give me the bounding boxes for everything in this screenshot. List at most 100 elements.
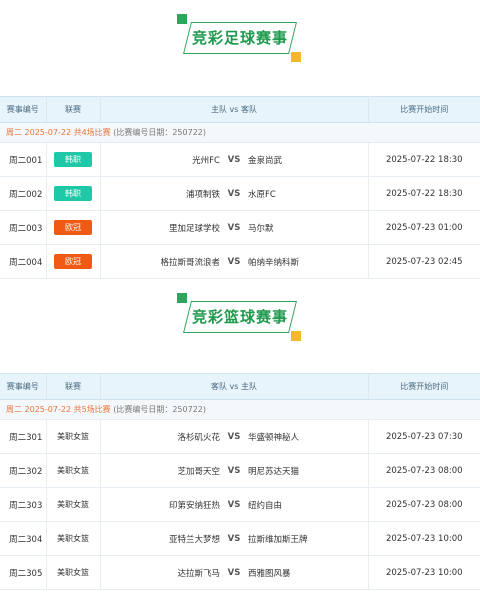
team-right[interactable]: 马尔默	[248, 222, 356, 234]
date-note: (比赛编号日期：250722)	[113, 405, 206, 414]
start-time: 2025-07-23 01:00	[368, 210, 480, 245]
match-number: 周二004	[0, 244, 47, 279]
header-league: 联赛	[46, 373, 101, 400]
start-time: 2025-07-22 18:30	[368, 176, 480, 211]
start-time: 2025-07-23 08:00	[368, 487, 480, 522]
league-cell: 美职女篮	[46, 521, 101, 556]
date-text: 周二 2025-07-22 共5场比赛	[6, 405, 111, 414]
team-left[interactable]: 里加足球学校	[112, 222, 220, 234]
match-cell: 芝加哥天空 VS 明尼苏达天猫	[100, 453, 369, 488]
team-right[interactable]: 西雅图风暴	[248, 567, 356, 579]
match-row[interactable]: 周二304 美职女篮 亚特兰大梦想 VS 拉斯维加斯王牌 2025-07-23 10:00	[0, 521, 480, 556]
team-left[interactable]: 达拉斯飞马	[112, 567, 220, 579]
date-note: (比赛编号日期：250722)	[113, 128, 206, 137]
team-right[interactable]: 明尼苏达天猫	[248, 465, 356, 477]
vs-label: VS	[227, 499, 241, 510]
match-cell: 亚特兰大梦想 VS 拉斯维加斯王牌	[100, 521, 369, 556]
match-cell: 光州FC VS 金泉尚武	[100, 142, 369, 177]
match-number: 周二303	[0, 487, 47, 522]
league-label[interactable]: 美职女篮	[57, 568, 89, 577]
start-time: 2025-07-23 07:30	[368, 419, 480, 454]
date-text: 周二 2025-07-22 共4场比赛	[6, 128, 111, 137]
header-match: 主队 vs 客队	[100, 96, 369, 123]
league-label[interactable]: 美职女篮	[57, 432, 89, 441]
team-right[interactable]: 金泉尚武	[248, 154, 356, 166]
team-right[interactable]: 帕纳辛纳科斯	[248, 256, 356, 268]
header-time: 比赛开始时间	[368, 373, 480, 400]
match-number: 周二003	[0, 210, 47, 245]
basketball-title-banner: 竞彩篮球赛事	[177, 293, 301, 341]
team-right[interactable]: 纽约自由	[248, 499, 356, 511]
team-left[interactable]: 芝加哥天空	[112, 465, 220, 477]
match-cell: 格拉斯哥流浪者 VS 帕纳辛纳科斯	[100, 244, 369, 279]
team-right[interactable]: 水原FC	[248, 188, 356, 200]
basketball-table: 赛事编号 联赛 客队 vs 主队 比赛开始时间 周二 2025-07-22 共5…	[0, 373, 480, 590]
league-cell: 韩职	[46, 142, 101, 177]
league-cell: 美职女篮	[46, 453, 101, 488]
match-row[interactable]: 周二305 美职女篮 达拉斯飞马 VS 西雅图风暴 2025-07-23 10:00	[0, 555, 480, 590]
league-cell: 韩职	[46, 176, 101, 211]
header-league: 联赛	[46, 96, 101, 123]
team-left[interactable]: 亚特兰大梦想	[112, 533, 220, 545]
match-cell: 达拉斯飞马 VS 西雅图风暴	[100, 555, 369, 590]
vs-label: VS	[227, 154, 241, 165]
team-right[interactable]: 华盛顿神秘人	[248, 431, 356, 443]
match-number: 周二001	[0, 142, 47, 177]
match-row[interactable]: 周二301 美职女篮 洛杉矶火花 VS 华盛顿神秘人 2025-07-23 07:30	[0, 419, 480, 454]
football-date-row: 周二 2025-07-22 共4场比赛 (比赛编号日期：250722)	[0, 122, 480, 143]
league-label[interactable]: 美职女篮	[57, 500, 89, 509]
header-time: 比赛开始时间	[368, 96, 480, 123]
team-left[interactable]: 光州FC	[112, 154, 220, 166]
header-match: 客队 vs 主队	[100, 373, 369, 400]
match-row[interactable]: 周二003 欧冠 里加足球学校 VS 马尔默 2025-07-23 01:00	[0, 210, 480, 245]
team-left[interactable]: 浦项制铁	[112, 188, 220, 200]
basketball-section-header: 竞彩篮球赛事	[0, 279, 480, 373]
vs-label: VS	[227, 533, 241, 544]
header-no: 赛事编号	[0, 373, 47, 400]
match-number: 周二305	[0, 555, 47, 590]
match-cell: 里加足球学校 VS 马尔默	[100, 210, 369, 245]
start-time: 2025-07-23 10:00	[368, 555, 480, 590]
match-row[interactable]: 周二002 韩职 浦项制铁 VS 水原FC 2025-07-22 18:30	[0, 176, 480, 211]
league-cell: 美职女篮	[46, 487, 101, 522]
team-left[interactable]: 洛杉矶火花	[112, 431, 220, 443]
vs-label: VS	[227, 222, 241, 233]
match-number: 周二301	[0, 419, 47, 454]
league-label[interactable]: 美职女篮	[57, 466, 89, 475]
league-cell: 美职女篮	[46, 419, 101, 454]
vs-label: VS	[227, 188, 241, 199]
match-cell: 浦项制铁 VS 水原FC	[100, 176, 369, 211]
vs-label: VS	[227, 465, 241, 476]
league-cell: 欧冠	[46, 210, 101, 245]
team-left[interactable]: 格拉斯哥流浪者	[112, 256, 220, 268]
start-time: 2025-07-23 02:45	[368, 244, 480, 279]
team-left[interactable]: 印第安纳狂热	[112, 499, 220, 511]
match-row[interactable]: 周二001 韩职 光州FC VS 金泉尚武 2025-07-22 18:30	[0, 142, 480, 177]
league-tag[interactable]: 韩职	[54, 152, 92, 167]
league-cell: 欧冠	[46, 244, 101, 279]
start-time: 2025-07-22 18:30	[368, 142, 480, 177]
basketball-title: 竞彩篮球赛事	[191, 308, 288, 326]
league-tag[interactable]: 欧冠	[54, 254, 92, 269]
match-cell: 印第安纳狂热 VS 纽约自由	[100, 487, 369, 522]
start-time: 2025-07-23 08:00	[368, 453, 480, 488]
basketball-date-row: 周二 2025-07-22 共5场比赛 (比赛编号日期：250722)	[0, 399, 480, 420]
league-tag[interactable]: 欧冠	[54, 220, 92, 235]
vs-label: VS	[227, 256, 241, 267]
match-row[interactable]: 周二302 美职女篮 芝加哥天空 VS 明尼苏达天猫 2025-07-23 08:00	[0, 453, 480, 488]
team-right[interactable]: 拉斯维加斯王牌	[248, 533, 356, 545]
match-number: 周二302	[0, 453, 47, 488]
league-cell: 美职女篮	[46, 555, 101, 590]
football-header-row: 赛事编号 联赛 主队 vs 客队 比赛开始时间	[0, 96, 480, 123]
match-number: 周二002	[0, 176, 47, 211]
football-title: 竞彩足球赛事	[191, 29, 288, 47]
match-row[interactable]: 周二303 美职女篮 印第安纳狂热 VS 纽约自由 2025-07-23 08:00	[0, 487, 480, 522]
league-label[interactable]: 美职女篮	[57, 534, 89, 543]
vs-label: VS	[227, 567, 241, 578]
football-table: 赛事编号 联赛 主队 vs 客队 比赛开始时间 周二 2025-07-22 共4…	[0, 96, 480, 279]
football-title-banner: 竞彩足球赛事	[177, 14, 301, 62]
league-tag[interactable]: 韩职	[54, 186, 92, 201]
vs-label: VS	[227, 431, 241, 442]
match-cell: 洛杉矶火花 VS 华盛顿神秘人	[100, 419, 369, 454]
match-row[interactable]: 周二004 欧冠 格拉斯哥流浪者 VS 帕纳辛纳科斯 2025-07-23 02:45	[0, 244, 480, 279]
